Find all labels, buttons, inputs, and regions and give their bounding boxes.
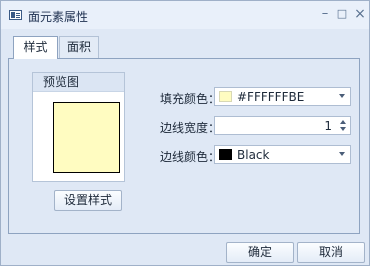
set-style-button[interactable]: 设置样式 (54, 190, 122, 211)
preview-header: 预览图 (33, 73, 124, 92)
fill-color-swatch (219, 91, 232, 102)
chevron-down-icon[interactable] (339, 94, 345, 98)
chevron-down-icon[interactable] (339, 152, 345, 156)
line-color-swatch (219, 149, 232, 160)
spin-up-icon[interactable] (340, 120, 346, 124)
line-color-dropdown[interactable]: Black (214, 145, 351, 164)
preview-box: 预览图 (32, 72, 125, 182)
fill-color-value: #FFFFFFBE (237, 90, 305, 104)
tab-area[interactable]: 面积 (59, 36, 99, 58)
close-button[interactable]: × (352, 5, 368, 23)
spin-down-icon[interactable] (340, 127, 346, 131)
line-width-value: 1 (324, 119, 332, 133)
line-width-label: 边线宽度： (160, 121, 221, 135)
preview-swatch (53, 102, 120, 173)
line-color-label: 边线颜色： (160, 150, 221, 164)
title-bar[interactable]: 面元素属性 – □ × (1, 1, 369, 29)
window-title: 面元素属性 (28, 10, 89, 24)
app-icon (9, 10, 22, 20)
line-color-value: Black (237, 148, 270, 162)
minimize-button[interactable]: – (317, 5, 333, 23)
maximize-button[interactable]: □ (334, 5, 350, 23)
line-width-spinner[interactable]: 1 (214, 116, 351, 135)
fill-color-label: 填充颜色： (160, 92, 221, 106)
ok-button[interactable]: 确定 (226, 242, 294, 263)
cancel-button[interactable]: 取消 (297, 242, 365, 263)
tab-style[interactable]: 样式 (13, 36, 58, 59)
fill-color-dropdown[interactable]: #FFFFFFBE (214, 87, 351, 106)
